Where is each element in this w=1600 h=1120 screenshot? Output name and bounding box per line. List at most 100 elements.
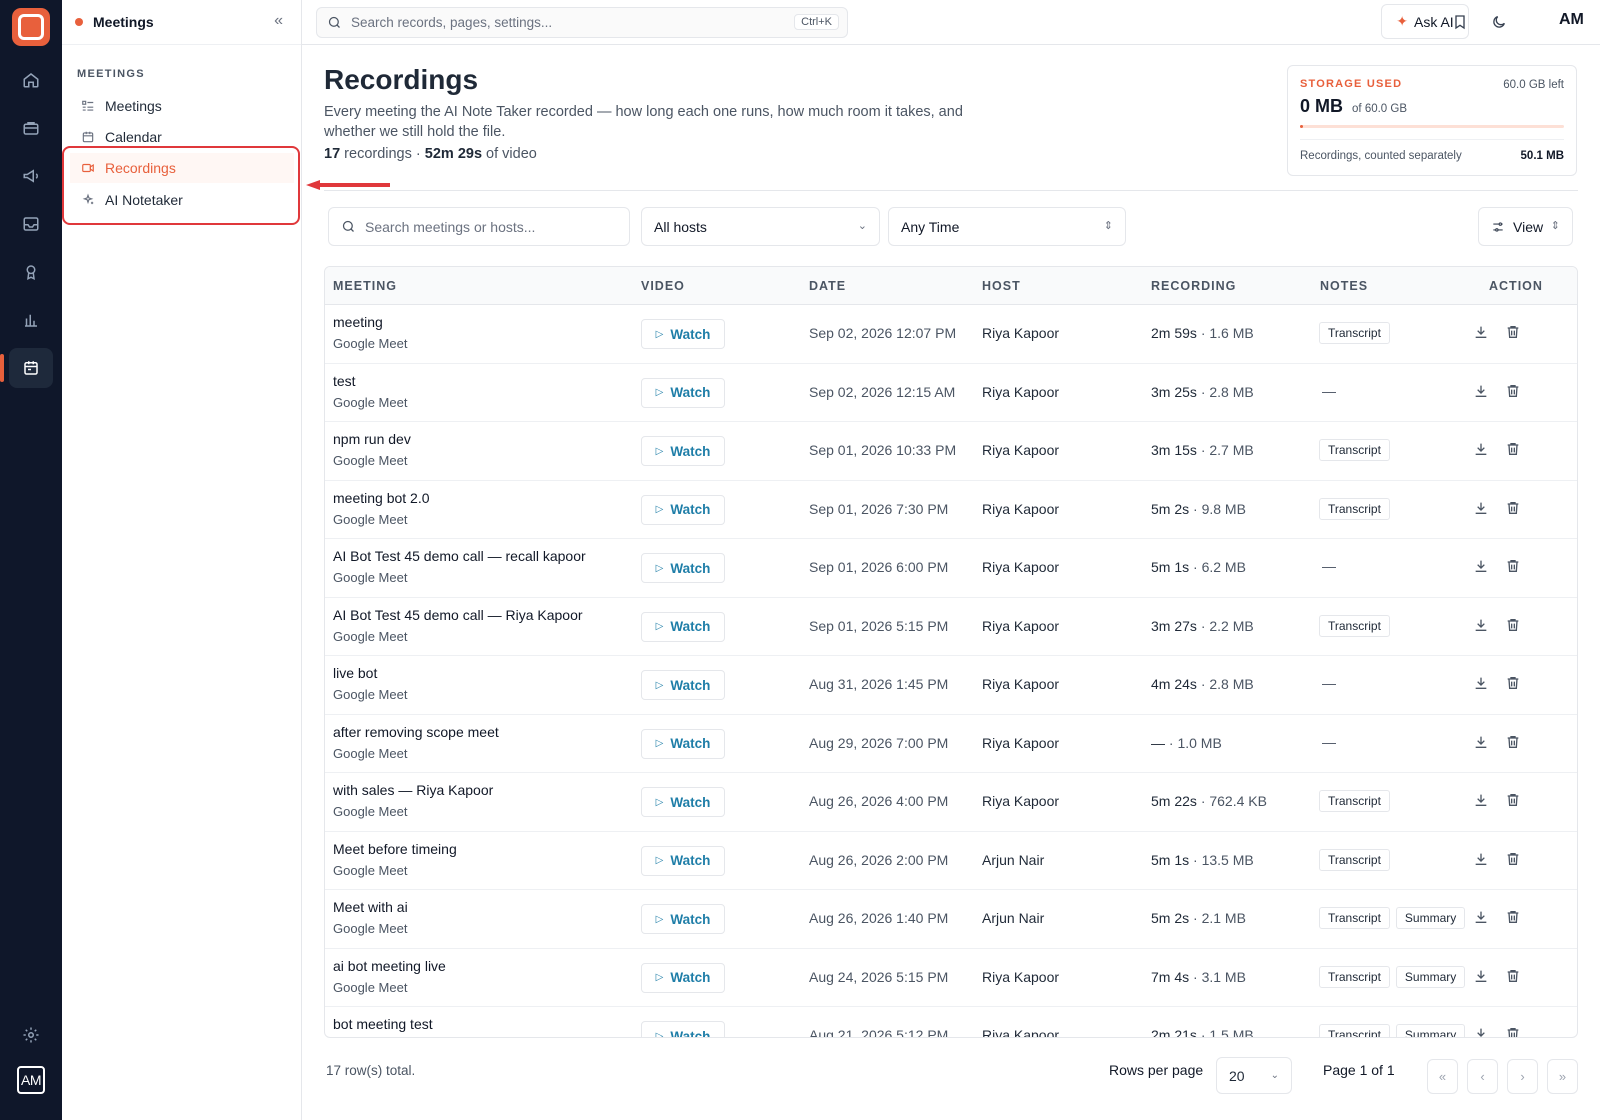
download-icon[interactable] bbox=[1473, 968, 1489, 984]
meeting-title[interactable]: AI Bot Test 45 demo call — recall kapoor bbox=[333, 548, 586, 564]
megaphone-icon[interactable] bbox=[9, 156, 53, 196]
first-page-button[interactable]: « bbox=[1427, 1059, 1458, 1094]
table-row[interactable]: AI Bot Test 45 demo call — Riya Kapoor Go… bbox=[325, 598, 1577, 656]
column-header[interactable]: NOTES bbox=[1320, 279, 1368, 293]
transcript-button[interactable]: Transcript bbox=[1319, 322, 1390, 344]
watch-button[interactable]: ▷ Watch bbox=[641, 904, 725, 934]
app-logo[interactable] bbox=[12, 8, 50, 46]
hosts-select[interactable]: All hosts ⌄ bbox=[641, 207, 880, 246]
download-icon[interactable] bbox=[1473, 441, 1489, 457]
inbox-icon[interactable] bbox=[9, 204, 53, 244]
column-header[interactable]: DATE bbox=[809, 279, 846, 293]
table-search-input[interactable]: Search meetings or hosts... bbox=[328, 207, 630, 246]
meeting-title[interactable]: test bbox=[333, 373, 356, 389]
watch-button[interactable]: ▷ Watch bbox=[641, 670, 725, 700]
meeting-title[interactable]: after removing scope meet bbox=[333, 724, 499, 740]
table-row[interactable]: meeting bot 2.0 Google Meet ▷ Watch Sep 01, … bbox=[325, 481, 1577, 539]
rows-per-page-select[interactable]: 20 ⌄ bbox=[1216, 1057, 1292, 1094]
transcript-button[interactable]: Transcript bbox=[1319, 497, 1390, 520]
meeting-title[interactable]: meeting bbox=[333, 314, 383, 330]
column-header[interactable]: RECORDING bbox=[1151, 279, 1236, 293]
trash-icon[interactable] bbox=[1505, 383, 1521, 399]
table-row[interactable]: npm run dev Google Meet ▷ Watch Sep 01, 2026… bbox=[325, 422, 1577, 481]
table-row[interactable]: Meet before timeing Google Meet ▷ Watch Aug … bbox=[325, 832, 1577, 890]
trash-icon[interactable] bbox=[1505, 734, 1521, 750]
view-button[interactable]: View ⇕ bbox=[1478, 207, 1573, 246]
summary-button[interactable]: Summary bbox=[1395, 965, 1466, 988]
download-icon[interactable] bbox=[1473, 734, 1489, 750]
download-icon[interactable] bbox=[1473, 324, 1489, 340]
user-avatar[interactable]: AM bbox=[1559, 11, 1584, 29]
table-row[interactable]: after removing scope meet Google Meet ▷ Wat… bbox=[325, 715, 1577, 773]
download-icon[interactable] bbox=[1473, 558, 1489, 574]
column-header[interactable]: MEETING bbox=[333, 279, 397, 293]
column-header[interactable]: ACTION bbox=[1489, 279, 1543, 293]
meeting-title[interactable]: live bot bbox=[333, 665, 377, 681]
trash-icon[interactable] bbox=[1505, 851, 1521, 867]
table-row[interactable]: bot meeting testGoogle Meet▷WatchAug 21,… bbox=[325, 1007, 1577, 1037]
trash-icon[interactable] bbox=[1505, 1026, 1521, 1037]
column-header[interactable]: HOST bbox=[982, 279, 1021, 293]
transcript-button[interactable]: Transcript bbox=[1319, 614, 1390, 637]
trash-icon[interactable] bbox=[1505, 909, 1521, 925]
download-icon[interactable] bbox=[1473, 792, 1489, 808]
bookmark-icon[interactable] bbox=[1450, 12, 1470, 32]
moon-icon[interactable] bbox=[1489, 12, 1509, 32]
home-icon[interactable] bbox=[9, 60, 53, 100]
gear-icon[interactable] bbox=[9, 1015, 53, 1055]
trash-icon[interactable] bbox=[1505, 617, 1521, 633]
trash-icon[interactable] bbox=[1505, 675, 1521, 691]
table-row[interactable]: meeting Google Meet ▷ Watch Sep 02, 2026 12:… bbox=[325, 305, 1577, 364]
meeting-title[interactable]: bot meeting test bbox=[333, 1016, 433, 1032]
chevrons-left-icon[interactable]: « bbox=[274, 12, 283, 30]
watch-button[interactable]: ▷ Watch bbox=[641, 845, 725, 876]
trash-icon[interactable] bbox=[1505, 792, 1521, 808]
sidebar-item-meetings[interactable]: Meetings bbox=[70, 91, 294, 121]
download-icon[interactable] bbox=[1473, 617, 1489, 633]
trash-icon[interactable] bbox=[1505, 324, 1521, 340]
trash-icon[interactable] bbox=[1505, 500, 1521, 516]
transcript-button[interactable]: Transcript bbox=[1319, 1024, 1390, 1037]
award-icon[interactable] bbox=[9, 252, 53, 292]
meeting-title[interactable]: Meet before timeing bbox=[333, 841, 457, 857]
watch-button[interactable]: ▷ Watch bbox=[641, 494, 725, 525]
time-select[interactable]: Any Time ⇕ bbox=[888, 207, 1126, 246]
summary-button[interactable]: Summary bbox=[1395, 907, 1466, 929]
calendar-icon[interactable] bbox=[0, 348, 53, 388]
global-search-input[interactable]: Search records, pages, settings... Ctrl+… bbox=[316, 7, 848, 38]
download-icon[interactable] bbox=[1473, 1026, 1489, 1037]
download-icon[interactable] bbox=[1473, 383, 1489, 399]
prev-page-button[interactable]: ‹ bbox=[1467, 1059, 1498, 1094]
transcript-button[interactable]: Transcript bbox=[1319, 790, 1390, 812]
meeting-title[interactable]: meeting bot 2.0 bbox=[333, 490, 430, 506]
table-row[interactable]: with sales — Riya Kapoor Google Meet ▷ Watc… bbox=[325, 773, 1577, 832]
transcript-button[interactable]: Transcript bbox=[1319, 439, 1390, 461]
watch-button[interactable]: ▷ Watch bbox=[641, 553, 725, 583]
table-row[interactable]: Meet with ai Google Meet ▷ Watch Aug 26, 202… bbox=[325, 890, 1577, 949]
trash-icon[interactable] bbox=[1505, 968, 1521, 984]
watch-button[interactable]: ▷ Watch bbox=[641, 728, 725, 759]
avatar[interactable]: AM bbox=[17, 1066, 45, 1094]
column-header[interactable]: VIDEO bbox=[641, 279, 685, 293]
trash-icon[interactable] bbox=[1505, 558, 1521, 574]
watch-button[interactable]: ▷ Watch bbox=[641, 319, 725, 349]
download-icon[interactable] bbox=[1473, 500, 1489, 516]
trash-icon[interactable] bbox=[1505, 441, 1521, 457]
table-row[interactable]: ai bot meeting live Google Meet ▷ Watch Aug … bbox=[325, 949, 1577, 1007]
meeting-title[interactable]: ai bot meeting live bbox=[333, 958, 446, 974]
next-page-button[interactable]: › bbox=[1507, 1059, 1538, 1094]
download-icon[interactable] bbox=[1473, 909, 1489, 925]
meeting-title[interactable]: Meet with ai bbox=[333, 899, 408, 915]
table-row[interactable]: live bot Google Meet ▷ Watch Aug 31, 2026 1:… bbox=[325, 656, 1577, 715]
watch-button[interactable]: ▷ Watch bbox=[641, 787, 725, 817]
last-page-button[interactable]: » bbox=[1547, 1059, 1578, 1094]
meeting-title[interactable]: AI Bot Test 45 demo call — Riya Kapoor bbox=[333, 607, 583, 623]
summary-button[interactable]: Summary bbox=[1395, 1024, 1466, 1037]
download-icon[interactable] bbox=[1473, 851, 1489, 867]
meeting-title[interactable]: with sales — Riya Kapoor bbox=[333, 782, 493, 798]
bar-chart-icon[interactable] bbox=[9, 300, 53, 340]
transcript-button[interactable]: Transcript bbox=[1319, 848, 1390, 871]
meeting-title[interactable]: npm run dev bbox=[333, 431, 411, 447]
briefcase-icon[interactable] bbox=[9, 108, 53, 148]
watch-button[interactable]: ▷ Watch bbox=[641, 962, 725, 993]
